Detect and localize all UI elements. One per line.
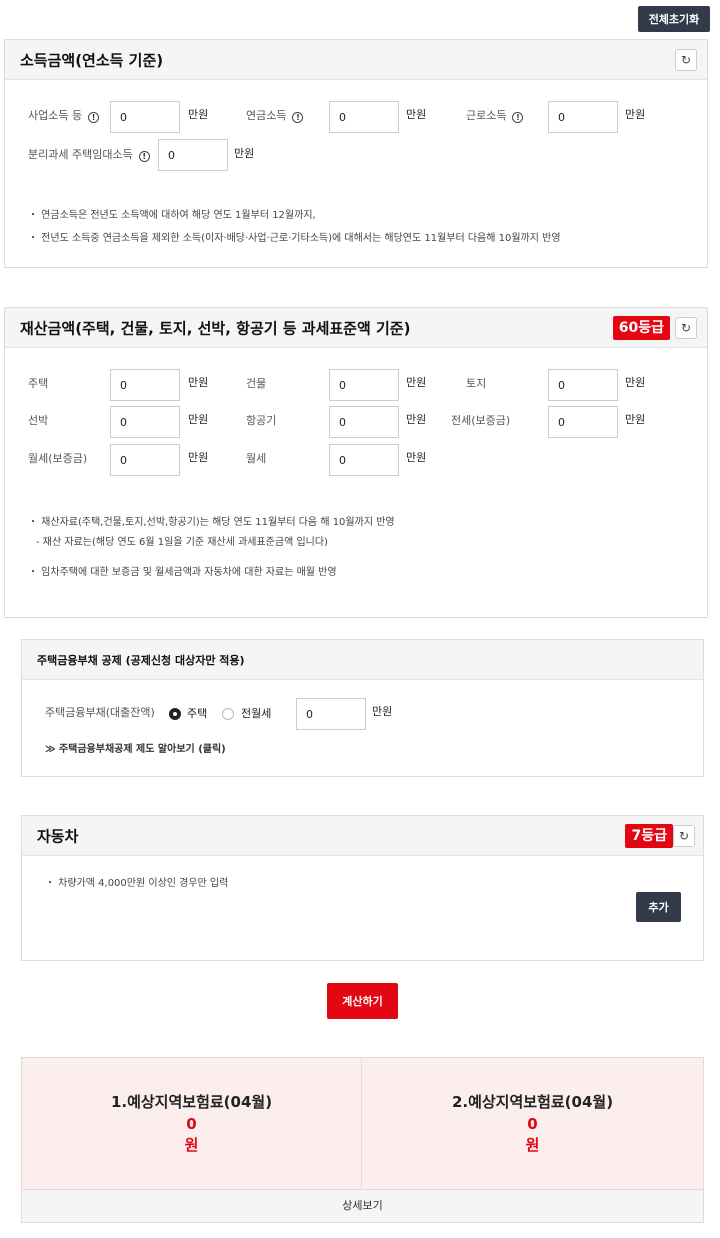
business-income-label: 사업소득 등! [28,109,100,123]
housing-debt-label: 주택금융부채(대출잔액) [45,706,155,719]
car-panel: 자동차 7등급 ↻ ・ 차량가액 4,000만원 이상인 경우만 입력 추가 [21,815,704,961]
result-panel: 1.예상지역보험료(04월) 0 원 2.예상지역보험료(04월) 0 원 상세… [21,1057,704,1223]
jeonse-label: 전세(보증금) [451,414,511,427]
house-label: 주택 [28,377,49,390]
housing-debt-info-link[interactable]: ≫ 주택금융부채공제 제도 알아보기 (클릭) [45,740,226,755]
housing-debt-header: 주택금융부채 공제 (공제신청 대상자만 적용) [22,640,703,680]
info-icon[interactable]: ! [512,112,524,123]
property-note: ・ 재산자료(주택,건물,토지,선박,항공기)는 해당 연도 11월부터 다음 … [28,517,395,528]
property-subnote: - 재산 자료는(해당 연도 6월 1일을 기준 재산세 과세표준금액 입니다) [36,537,328,548]
earned-income-label: 근로소득! [466,109,524,123]
radio-rent[interactable] [222,708,234,720]
info-icon[interactable]: ! [88,112,100,123]
result-unit-2: 원 [525,1136,540,1154]
radio-house-label: 주택 [187,707,208,720]
property-note: ・ 임차주택에 대한 보증금 및 월세금액과 자동차에 대한 자료는 매월 반영 [28,567,337,578]
radio-rent-label: 전월세 [241,707,272,720]
info-icon[interactable]: ! [138,151,150,162]
result-title-2: 2.예상지역보험료(04월) [451,1093,614,1111]
result-card-2: 2.예상지역보험료(04월) 0 원 [362,1058,703,1190]
monthly-rent-unit: 만원 [406,451,427,464]
car-refresh-button[interactable]: ↻ [673,824,695,847]
car-panel-header: 자동차 7등급 ↻ [22,816,703,856]
result-value-2: 0 [527,1115,538,1133]
housing-debt-panel: 주택금융부채 공제 (공제신청 대상자만 적용) 주택금융부채(대출잔액) 주택… [21,639,704,777]
car-add-button[interactable]: 추가 [636,892,681,922]
income-note: ・ 연금소득은 전년도 소득액에 대하여 해당 연도 1월부터 12월까지, [28,210,316,221]
income-title: 소득금액(연소득 기준) [20,51,164,69]
property-panel-header: 재산금액(주택, 건물, 토지, 선박, 항공기 등 과세표준액 기준) 60등… [5,308,707,348]
income-panel: 소득금액(연소득 기준) ↻ 사업소득 등! 만원 연금소득! 만원 근로소득!… [4,39,708,268]
income-panel-header: 소득금액(연소득 기준) ↻ [5,40,707,80]
info-icon[interactable]: ! [292,112,304,123]
radio-house[interactable] [169,708,181,720]
earned-income-unit: 만원 [625,108,646,121]
pension-income-label: 연금소득! [246,109,304,123]
monthly-deposit-label: 월세(보증금) [28,452,88,465]
property-refresh-button[interactable]: ↻ [675,316,697,339]
property-grade-badge: 60등급 [612,315,670,340]
ship-input[interactable] [110,406,180,438]
reset-all-button[interactable]: 전체초기화 [638,6,710,32]
detail-button[interactable]: 상세보기 [22,1189,703,1222]
monthly-rent-input[interactable] [329,444,399,476]
earned-income-input[interactable] [548,101,618,133]
jeonse-unit: 만원 [625,413,646,426]
business-income-unit: 만원 [188,108,209,121]
building-input[interactable] [329,369,399,401]
pension-income-unit: 만원 [406,108,427,121]
aircraft-input[interactable] [329,406,399,438]
rental-income-label: 분리과세 주택임대소득! [28,148,150,162]
ship-unit: 만원 [188,413,209,426]
car-grade-badge: 7등급 [625,823,673,848]
land-input[interactable] [548,369,618,401]
result-title-1: 1.예상지역보험료(04월) [110,1093,273,1111]
monthly-deposit-unit: 만원 [188,451,209,464]
calculate-button[interactable]: 계산하기 [327,983,398,1019]
result-card-1: 1.예상지역보험료(04월) 0 원 [22,1058,362,1190]
car-note: ・ 차량가액 4,000만원 이상인 경우만 입력 [45,878,229,889]
business-income-input[interactable] [110,101,180,133]
property-panel: 재산금액(주택, 건물, 토지, 선박, 항공기 등 과세표준액 기준) 60등… [4,307,708,618]
property-title: 재산금액(주택, 건물, 토지, 선박, 항공기 등 과세표준액 기준) [20,319,411,337]
land-unit: 만원 [625,376,646,389]
land-label: 토지 [466,377,487,390]
rental-income-input[interactable] [158,139,228,171]
income-refresh-button[interactable]: ↻ [675,48,697,71]
monthly-deposit-input[interactable] [110,444,180,476]
housing-debt-unit: 만원 [372,705,393,718]
house-unit: 만원 [188,376,209,389]
car-title: 자동차 [37,827,79,845]
ship-label: 선박 [28,414,49,427]
result-unit-1: 원 [184,1136,199,1154]
aircraft-unit: 만원 [406,413,427,426]
income-note: ・ 전년도 소득중 연금소득을 제외한 소득(이자·배당·사업·근로·기타소득)… [28,233,561,244]
building-unit: 만원 [406,376,427,389]
result-value-1: 0 [186,1115,197,1133]
rental-income-unit: 만원 [234,147,255,160]
housing-debt-title: 주택금융부채 공제 (공제신청 대상자만 적용) [37,653,245,667]
building-label: 건물 [246,377,267,390]
house-input[interactable] [110,369,180,401]
jeonse-input[interactable] [548,406,618,438]
aircraft-label: 항공기 [246,414,277,427]
housing-debt-input[interactable] [296,698,366,730]
pension-income-input[interactable] [329,101,399,133]
monthly-rent-label: 월세 [246,452,267,465]
